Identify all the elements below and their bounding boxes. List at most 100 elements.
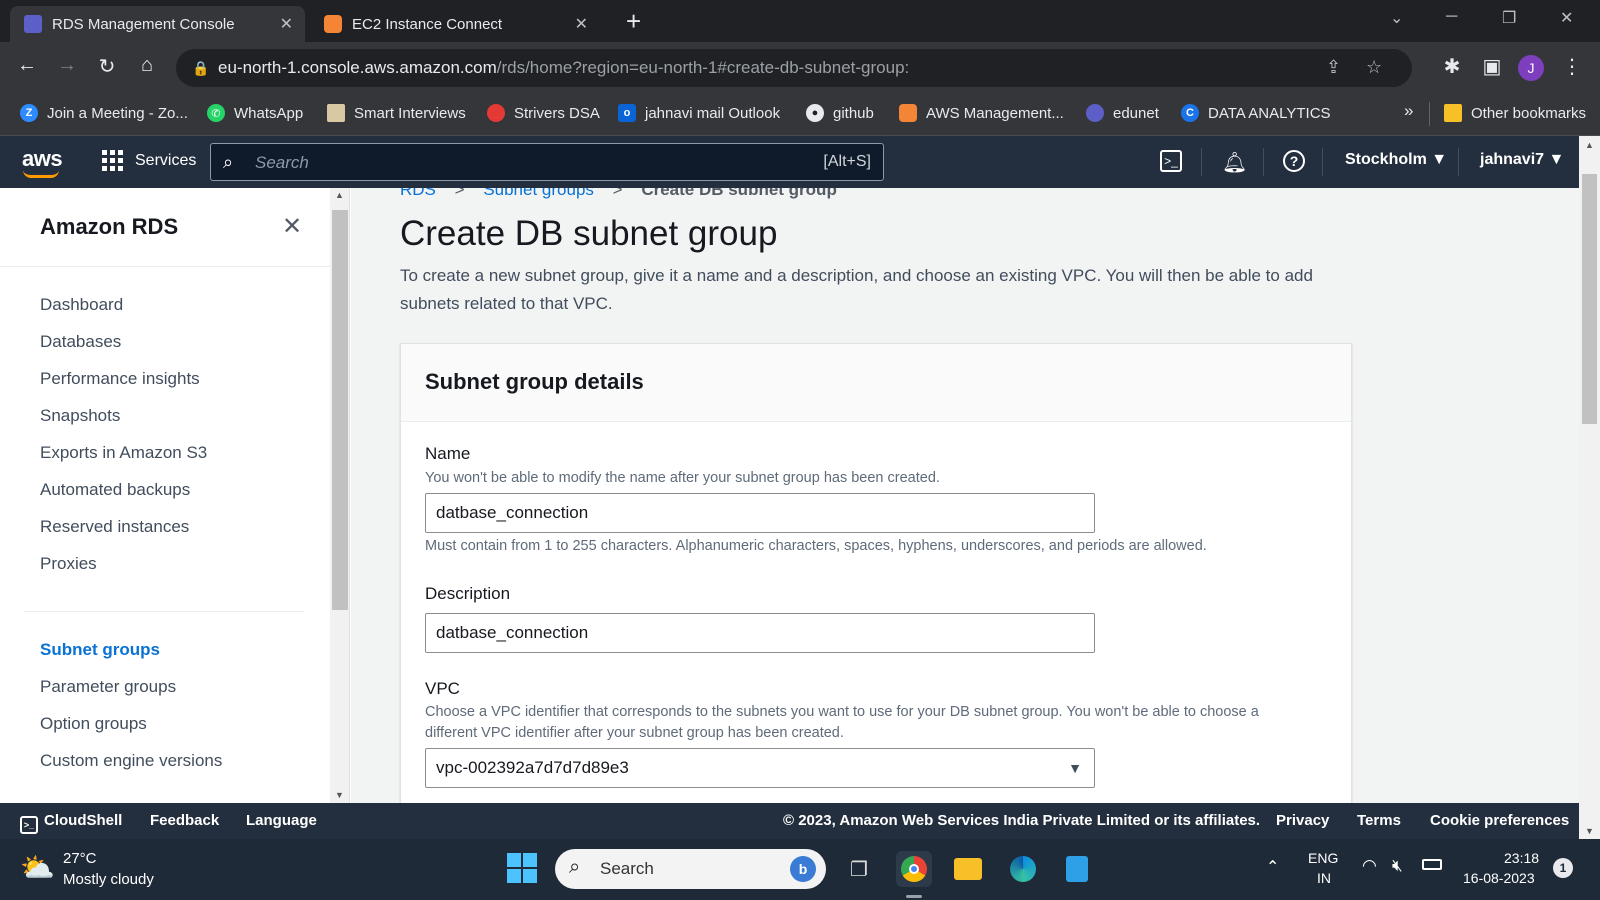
help-icon[interactable]: ? — [1283, 150, 1305, 172]
tab-ec2-connect[interactable]: EC2 Instance Connect ✕ — [310, 6, 600, 42]
rds-sidebar: Amazon RDS ✕ Dashboard Databases Perform… — [0, 188, 330, 803]
aws-cube-favicon-icon — [324, 15, 342, 33]
language-line-1[interactable]: ENG — [1308, 850, 1338, 866]
breadcrumb-subnet-groups[interactable]: Subnet groups — [483, 188, 594, 199]
scrollbar-thumb[interactable] — [332, 210, 348, 610]
privacy-link[interactable]: Privacy — [1276, 812, 1329, 829]
minimize-icon[interactable]: ─ — [1446, 8, 1457, 26]
sidebar-item-exports-s3[interactable]: Exports in Amazon S3 — [40, 443, 207, 463]
bookmark-edunet[interactable]: edunet — [1086, 104, 1159, 122]
notepad-icon[interactable] — [1059, 851, 1095, 887]
lock-icon[interactable]: 🔒 — [192, 60, 209, 77]
sidebar-item-subnet-groups[interactable]: Subnet groups — [40, 640, 160, 660]
services-menu-button[interactable]: Services — [102, 150, 196, 171]
speaker-muted-icon[interactable]: 🔇︎ — [1392, 856, 1403, 876]
sidebar-item-reserved-instances[interactable]: Reserved instances — [40, 517, 189, 537]
aws-search-input[interactable]: ⌕ Search [Alt+S] — [210, 143, 884, 181]
wifi-icon[interactable]: ◠ — [1362, 856, 1377, 876]
sidebar-item-databases[interactable]: Databases — [40, 332, 121, 352]
account-menu[interactable]: jahnavi7 ▼ — [1480, 151, 1564, 169]
bookmark-strivers[interactable]: Strivers DSA — [487, 104, 600, 122]
vpc-select[interactable]: vpc-002392a7d7d7d89e3 ▼ — [425, 748, 1095, 788]
clock-time[interactable]: 23:18 — [1504, 850, 1539, 866]
scroll-down-icon[interactable]: ▼ — [1585, 826, 1594, 836]
back-icon[interactable]: ← — [13, 54, 41, 77]
share-icon[interactable]: ⇪ — [1326, 57, 1341, 78]
sidebar-item-option-groups[interactable]: Option groups — [40, 714, 147, 734]
close-tab-icon[interactable]: ✕ — [280, 14, 293, 34]
taskbar-search-input[interactable]: ⌕ Search b — [555, 849, 826, 889]
tab-title: RDS Management Console — [52, 15, 235, 33]
more-bookmarks-icon[interactable]: » — [1404, 101, 1413, 121]
bookmark-outlook[interactable]: o jahnavi mail Outlook — [618, 104, 780, 122]
bookmark-label: DATA ANALYTICS — [1208, 104, 1331, 122]
sidebar-item-snapshots[interactable]: Snapshots — [40, 406, 120, 426]
weather-condition[interactable]: Mostly cloudy — [63, 871, 154, 888]
tuf-icon — [487, 104, 505, 122]
language-line-2[interactable]: IN — [1317, 870, 1331, 886]
notifications-bell-icon[interactable]: 🔔︎ — [1222, 150, 1247, 175]
bookmark-aws[interactable]: AWS Management... — [899, 104, 1064, 122]
side-panel-icon[interactable]: ▣ — [1478, 54, 1506, 79]
menu-kebab-icon[interactable]: ⋮ — [1558, 54, 1586, 79]
sidebar-item-parameter-groups[interactable]: Parameter groups — [40, 677, 176, 697]
home-icon[interactable]: ⌂ — [133, 54, 161, 77]
bookmark-smart-interviews[interactable]: Smart Interviews — [327, 104, 466, 122]
close-window-icon[interactable]: ✕ — [1560, 8, 1573, 28]
profile-avatar[interactable]: J — [1518, 55, 1544, 81]
vpc-selected-value: vpc-002392a7d7d7d89e3 — [436, 758, 629, 777]
extensions-icon[interactable]: ✱ — [1438, 54, 1466, 79]
aws-logo[interactable]: aws — [22, 146, 63, 172]
new-tab-button[interactable]: + — [626, 6, 641, 37]
page-scrollbar[interactable]: ▲ ▼ — [1579, 136, 1600, 839]
weather-temperature[interactable]: 27°C — [63, 850, 97, 867]
notification-badge[interactable]: 1 — [1553, 858, 1573, 878]
windows-start-icon[interactable] — [507, 853, 537, 883]
forward-icon[interactable]: → — [53, 54, 81, 77]
name-input[interactable]: datbase_connection — [425, 493, 1095, 533]
breadcrumb-rds[interactable]: RDS — [400, 188, 436, 199]
scroll-up-icon[interactable]: ▲ — [1585, 140, 1594, 150]
restore-icon[interactable]: ❐ — [1502, 8, 1516, 28]
address-bar[interactable]: 🔒 eu-north-1.console.aws.amazon.com/rds/… — [176, 49, 1412, 87]
panel-title: Subnet group details — [425, 369, 644, 394]
tab-search-icon[interactable]: ⌄ — [1390, 8, 1403, 28]
scrollbar-thumb[interactable] — [1582, 174, 1597, 424]
weather-cloudy-icon[interactable]: ⛅ — [20, 851, 55, 884]
bing-icon[interactable]: b — [790, 856, 816, 882]
task-view-icon[interactable]: ❐ — [841, 851, 877, 887]
region-selector[interactable]: Stockholm ▼ — [1345, 151, 1447, 169]
sidebar-item-performance-insights[interactable]: Performance insights — [40, 369, 200, 389]
scroll-down-icon[interactable]: ▼ — [335, 790, 344, 800]
close-sidebar-icon[interactable]: ✕ — [282, 212, 302, 241]
bookmark-whatsapp[interactable]: ✆ WhatsApp — [207, 104, 303, 122]
tab-rds-console[interactable]: RDS Management Console ✕ — [10, 6, 305, 42]
chrome-icon[interactable] — [896, 851, 932, 887]
sidebar-item-dashboard[interactable]: Dashboard — [40, 295, 123, 315]
sidebar-item-proxies[interactable]: Proxies — [40, 554, 97, 574]
bookmark-star-icon[interactable]: ☆ — [1366, 57, 1382, 78]
file-explorer-icon[interactable] — [950, 851, 986, 887]
bookmark-label: github — [833, 104, 874, 122]
sidebar-item-automated-backups[interactable]: Automated backups — [40, 480, 190, 500]
show-hidden-icons-chevron-icon[interactable]: ⌃ — [1266, 857, 1279, 877]
battery-icon[interactable] — [1422, 859, 1442, 870]
bookmark-github[interactable]: ● github — [806, 104, 874, 122]
close-tab-icon[interactable]: ✕ — [575, 14, 588, 34]
terms-link[interactable]: Terms — [1357, 812, 1401, 829]
description-input[interactable]: datbase_connection — [425, 613, 1095, 653]
reload-icon[interactable]: ↻ — [93, 54, 121, 79]
sidebar-scrollbar[interactable]: ▲ ▼ — [330, 188, 350, 803]
bookmark-data-analytics[interactable]: C DATA ANALYTICS — [1181, 104, 1331, 122]
cloudshell-button[interactable]: >_ CloudShell — [20, 812, 122, 834]
cookie-preferences-link[interactable]: Cookie preferences — [1430, 812, 1569, 829]
other-bookmarks[interactable]: Other bookmarks — [1444, 104, 1586, 122]
language-link[interactable]: Language — [246, 812, 317, 829]
scroll-up-icon[interactable]: ▲ — [335, 190, 344, 200]
bookmark-zoom[interactable]: Z Join a Meeting - Zo... — [20, 104, 188, 122]
clock-date[interactable]: 16-08-2023 — [1463, 870, 1535, 886]
sidebar-item-custom-engine-versions[interactable]: Custom engine versions — [40, 751, 222, 771]
edge-icon[interactable] — [1005, 851, 1041, 887]
feedback-link[interactable]: Feedback — [150, 812, 219, 829]
cloudshell-icon[interactable]: >_ — [1160, 150, 1182, 172]
